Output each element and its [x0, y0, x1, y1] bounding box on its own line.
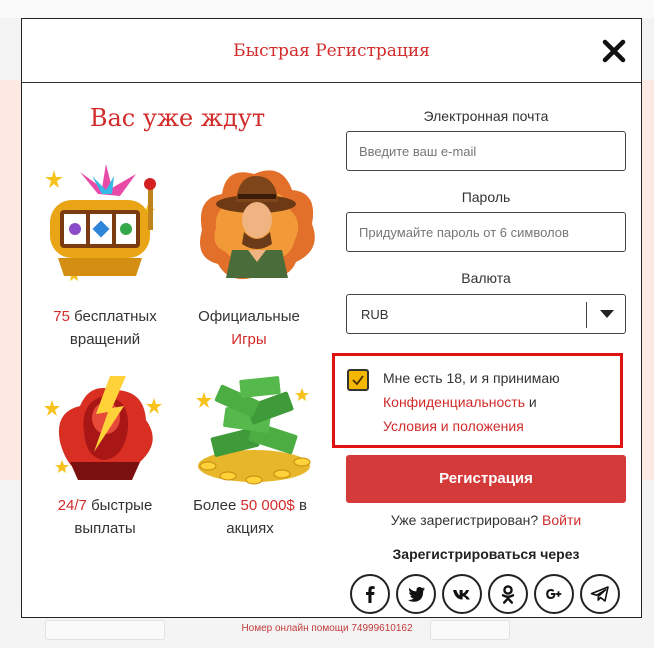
background-banner [0, 80, 21, 480]
terms-link[interactable]: Условия и положения [383, 418, 524, 434]
modal-title: Быстрая Регистрация [233, 41, 430, 61]
email-label: Электронная почта [423, 108, 549, 124]
feature-fast-payouts: 24/7 быстрые выплаты [57, 497, 153, 537]
age-terms-consent-box: Мне есть 18, и я принимаю Конфиденциальн… [332, 353, 623, 448]
twitter-icon[interactable] [396, 574, 436, 614]
chevron-down-icon[interactable] [600, 310, 614, 318]
odnoklassniki-icon[interactable] [488, 574, 528, 614]
and-text: и [525, 394, 537, 410]
agree-text: Мне есть 18, и я принимаю [383, 370, 560, 386]
telegram-icon[interactable] [580, 574, 620, 614]
register-via-label: Зарегистрироваться через [392, 546, 580, 562]
currency-select[interactable]: RUB [346, 294, 626, 334]
lightning-hero-image [44, 376, 162, 480]
feature-free-spins: 75 бесплатных вращений [53, 308, 157, 348]
social-login-row [350, 574, 626, 616]
promo-panel: Вас уже ждут 75 бесплатных вращений Офиц… [22, 84, 333, 617]
google-plus-icon[interactable] [534, 574, 574, 614]
slot-machine-image [45, 164, 156, 281]
money-pile-image [196, 376, 311, 485]
privacy-link[interactable]: Конфиденциальность [383, 394, 525, 410]
currency-value: RUB [361, 307, 389, 322]
feature-official-games: Официальные Игры [198, 308, 300, 348]
checkmark-icon [352, 375, 364, 386]
password-input[interactable] [346, 212, 626, 252]
email-input[interactable] [346, 131, 626, 171]
terms-line: Условия и положения [383, 418, 524, 434]
agree-checkbox[interactable] [347, 369, 369, 391]
facebook-icon[interactable] [350, 574, 390, 614]
background-header [0, 0, 654, 18]
select-divider [586, 302, 587, 328]
registration-modal: Быстрая Регистрация Вас уже ждут 75 бесп… [21, 18, 642, 618]
feature-promotions: Более 50 000$ в акциях [193, 497, 307, 537]
register-button[interactable]: Регистрация [346, 455, 626, 503]
login-link[interactable]: Войти [542, 512, 581, 528]
help-phone-text: Номер онлайн помощи 74999610162 [241, 623, 413, 634]
currency-label: Валюта [461, 270, 511, 286]
modal-header: Быстрая Регистрация [22, 19, 641, 83]
background-banner-right [642, 80, 654, 480]
privacy-line: Конфиденциальность и [383, 394, 537, 410]
adventurer-image [200, 170, 315, 280]
password-label: Пароль [461, 189, 511, 205]
already-text: Уже зарегистрирован? [390, 512, 543, 528]
close-icon[interactable] [601, 38, 627, 64]
already-registered: Уже зарегистрирован? Войти [346, 512, 626, 528]
promo-heading: Вас уже ждут [89, 104, 266, 132]
vk-icon[interactable] [442, 574, 482, 614]
